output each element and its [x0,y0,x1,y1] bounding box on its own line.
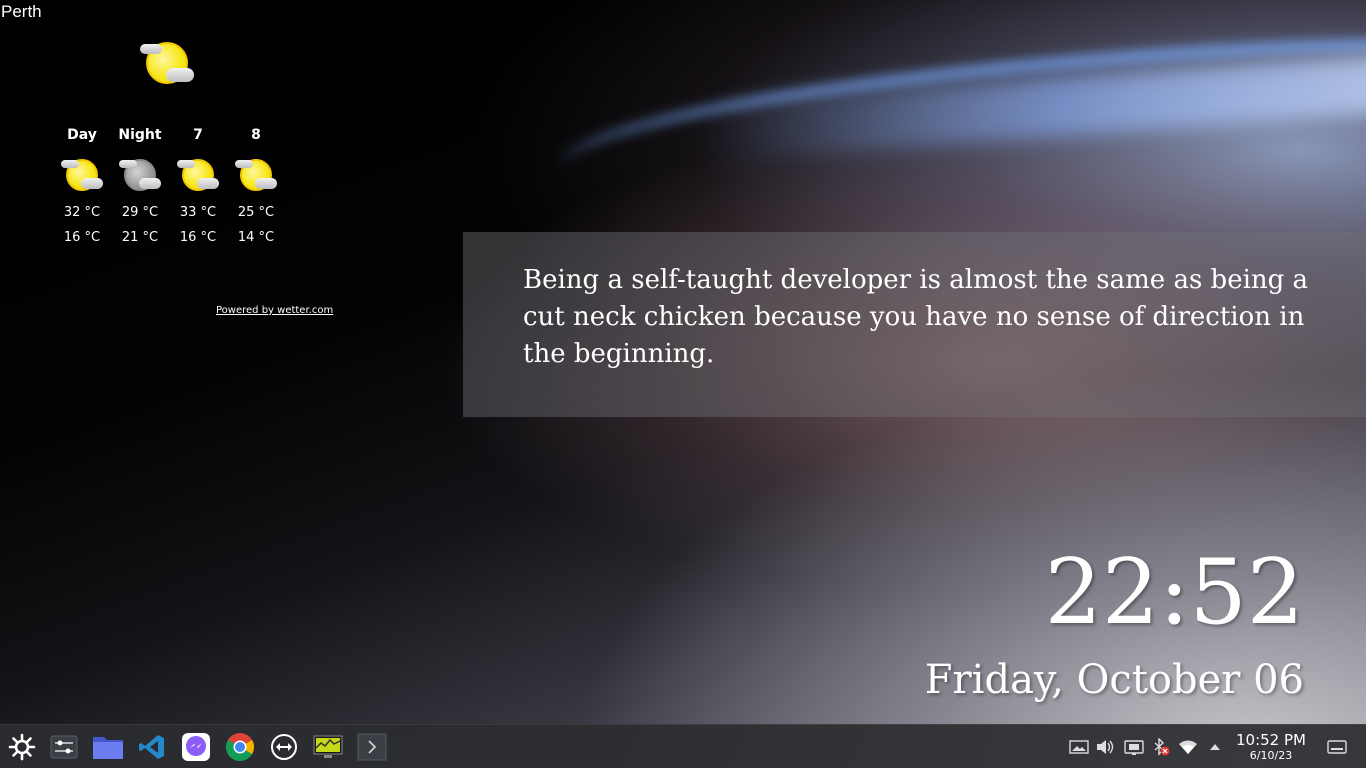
desktop-clock-date: Friday, October 06 [924,657,1304,703]
forecast-day8-column: 8 25 °C 14 °C [228,126,284,248]
quote-text: Being a self-taught developer is almost … [523,265,1309,369]
taskbar-clock-date: 6/10/23 [1249,749,1293,762]
show-desktop-icon[interactable] [1327,737,1347,757]
powered-by-link[interactable]: Powered by wetter.com [216,305,333,316]
forecast-low: 16 °C [63,230,101,245]
volume-icon[interactable] [1096,737,1116,757]
system-monitor-icon[interactable] [312,731,344,763]
forecast-high: 29 °C [121,205,159,220]
forecast-night-column: Night 29 °C 21 °C [112,126,168,248]
quote-widget: Being a self-taught developer is almost … [463,232,1366,417]
forecast-label: 7 [193,127,203,143]
teamviewer-icon[interactable] [268,731,300,763]
partly-cloudy-sun-icon [61,156,103,191]
forecast-low: 21 °C [121,230,159,245]
chrome-icon[interactable] [224,731,256,763]
desktop-clock-time: 22:52 [1044,540,1304,645]
system-settings-icon[interactable] [48,731,80,763]
display-icon[interactable] [1069,737,1089,757]
taskbar-clock-time: 10:52 PM [1236,731,1306,749]
wifi-icon[interactable] [1178,737,1198,757]
partly-cloudy-moon-icon [119,156,161,191]
forecast-label: Night [118,127,162,143]
vscode-icon[interactable] [136,731,168,763]
kde-launcher-icon[interactable] [6,731,38,763]
battery-icon[interactable] [1124,737,1144,757]
bluetooth-disabled-icon[interactable] [1151,737,1171,757]
taskbar-clock[interactable]: 10:52 PM 6/10/23 [1228,731,1314,763]
forecast-low: 14 °C [237,230,275,245]
partly-cloudy-sun-icon [140,40,196,86]
forecast-high: 25 °C [237,205,275,220]
file-manager-icon[interactable] [92,731,124,763]
partly-cloudy-sun-icon [235,156,277,191]
weather-city-label: Perth [1,2,42,21]
taskbar: 10:52 PM 6/10/23 [0,724,1366,768]
forecast-high: 32 °C [63,205,101,220]
forecast-low: 16 °C [179,230,217,245]
forecast-label: Day [67,127,97,143]
forecast-high: 33 °C [179,205,217,220]
terminal-icon[interactable] [356,731,388,763]
partly-cloudy-sun-icon [177,156,219,191]
forecast-label: 8 [251,127,261,143]
forecast-day7-column: 7 33 °C 16 °C [170,126,226,248]
expand-tray-icon[interactable] [1205,737,1225,757]
forecast-day-column: Day 32 °C 16 °C [54,126,110,248]
messenger-icon[interactable] [180,731,212,763]
desktop-wallpaper: Perth Day 32 °C 16 °C Night 29 °C 21 °C … [0,0,1366,768]
